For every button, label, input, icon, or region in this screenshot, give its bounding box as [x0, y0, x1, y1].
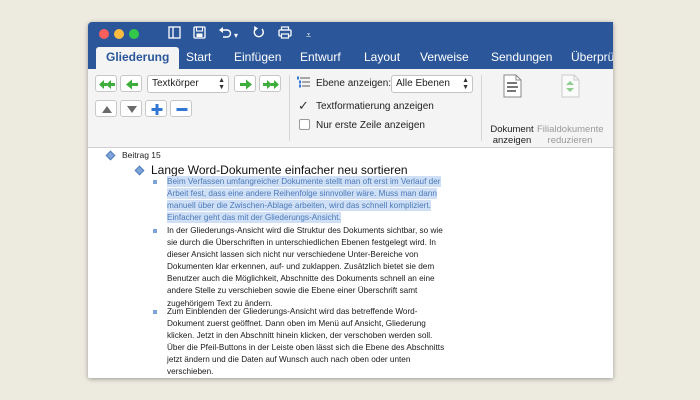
outline-level-select[interactable]: Textkörper ▲ ▼ — [147, 75, 229, 93]
ribbon-tabs: Gliederung Start Einfügen Entwurf Layout… — [88, 47, 613, 69]
collapse-button[interactable] — [170, 100, 192, 117]
undo-dropdown-icon[interactable]: ▾ — [234, 28, 238, 44]
zoom-window-button[interactable] — [129, 29, 139, 39]
tab-start[interactable]: Start — [186, 47, 211, 69]
minimize-window-button[interactable] — [114, 29, 124, 39]
selected-text: Beim Verfassen umfangreicher Dokumente s… — [167, 176, 441, 224]
body-paragraph-3: Zum Einblenden der Gliederungs-Ansicht w… — [167, 307, 445, 377]
title-bar: ▾ ⩡ — [88, 22, 613, 47]
tab-entwurf[interactable]: Entwurf — [300, 47, 341, 69]
tab-ueberpruefen[interactable]: Überprü — [571, 47, 613, 69]
updown-arrows-icon: ▲ ▼ — [462, 77, 469, 91]
outline-ribbon: Textkörper ▲ ▼ Ebene anzeigen: Alle Eben… — [88, 69, 613, 148]
sidebar-toggle-icon[interactable] — [168, 26, 181, 39]
ribbon-divider — [481, 75, 482, 141]
collapse-subdocuments-label: Filialdokumente reduzieren — [537, 124, 604, 146]
body-text-bullet-icon — [153, 229, 157, 233]
body-paragraph-1: Beim Verfassen umfangreicher Dokumente s… — [167, 176, 447, 224]
triangle-up-icon — [102, 106, 112, 113]
outline-bullet-icon[interactable] — [105, 150, 116, 161]
tab-verweise[interactable]: Verweise — [420, 47, 469, 69]
arrow-left-icon — [126, 79, 138, 90]
show-level-value: Alle Ebenen — [396, 78, 450, 89]
body-text-bullet-icon — [153, 180, 157, 184]
plus-icon — [151, 104, 163, 115]
outline-level-value: Textkörper — [152, 78, 199, 89]
demote-button[interactable] — [234, 75, 256, 92]
triangle-down-icon — [127, 106, 137, 113]
promote-to-heading-1-button[interactable] — [95, 75, 117, 92]
show-formatting-label: Textformatierung anzeigen — [316, 101, 434, 112]
show-document-button[interactable] — [499, 73, 525, 99]
close-window-button[interactable] — [99, 29, 109, 39]
document-icon — [503, 74, 522, 98]
word-window: ▾ ⩡ Gliederung Start Einfügen Entwurf La… — [88, 22, 613, 378]
show-level-select[interactable]: Alle Ebenen ▲ ▼ — [391, 75, 473, 93]
updown-arrows-icon: ▲ ▼ — [218, 77, 225, 91]
redo-icon[interactable] — [252, 26, 265, 39]
document-area[interactable]: Beitrag 15 Lange Word-Dokumente einfache… — [88, 148, 613, 378]
subdocument-icon — [561, 74, 580, 98]
ribbon-divider — [289, 75, 290, 141]
print-icon[interactable] — [278, 26, 292, 39]
tab-layout[interactable]: Layout — [364, 47, 400, 69]
undo-icon[interactable] — [218, 26, 232, 39]
outline-item-beitrag: Beitrag 15 — [122, 150, 161, 160]
collapse-subdocuments-button[interactable] — [557, 73, 583, 99]
outline-bullet-icon[interactable] — [134, 165, 145, 176]
expand-button[interactable] — [145, 100, 167, 117]
show-document-label: Dokument anzeigen — [490, 124, 534, 146]
demote-to-body-text-button[interactable] — [259, 75, 281, 92]
body-text-bullet-icon — [153, 310, 157, 314]
minus-icon — [176, 108, 188, 111]
body-paragraph-2: In der Gliederungs-Ansicht wird die Stru… — [167, 226, 443, 308]
arrow-right-icon — [240, 79, 252, 90]
customize-toolbar-icon[interactable]: ⩡ — [306, 27, 311, 43]
move-down-button[interactable] — [120, 100, 142, 117]
double-arrow-right-icon — [263, 80, 279, 89]
move-up-button[interactable] — [95, 100, 117, 117]
first-line-only-checkbox[interactable] — [299, 119, 310, 130]
double-arrow-left-icon — [99, 80, 115, 89]
tab-sendungen[interactable]: Sendungen — [491, 47, 552, 69]
tab-gliederung[interactable]: Gliederung — [96, 47, 180, 69]
outline-heading: Lange Word-Dokumente einfacher neu sorti… — [151, 163, 408, 177]
show-level-label: Ebene anzeigen: — [316, 78, 392, 89]
promote-button[interactable] — [120, 75, 142, 92]
save-icon[interactable] — [193, 26, 206, 39]
tab-einfuegen[interactable]: Einfügen — [234, 47, 281, 69]
show-formatting-checkbox[interactable]: ✓ — [298, 99, 309, 112]
first-line-only-label: Nur erste Zeile anzeigen — [316, 120, 425, 131]
show-level-icon — [296, 75, 312, 96]
